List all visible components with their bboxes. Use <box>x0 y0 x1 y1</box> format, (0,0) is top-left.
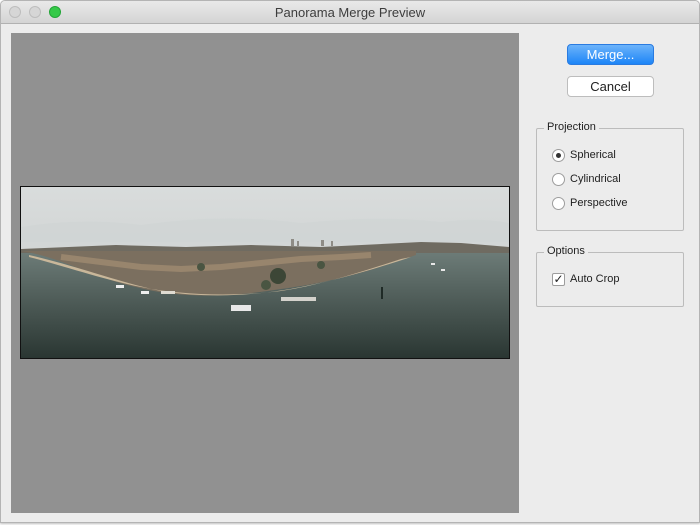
panorama-preview-image <box>20 186 510 359</box>
projection-legend: Projection <box>544 121 599 133</box>
auto-crop-label: Auto Crop <box>570 273 620 285</box>
preview-area <box>11 33 519 513</box>
radio-label: Perspective <box>570 197 628 209</box>
auto-crop-checkbox[interactable]: ✓ <box>552 273 565 286</box>
cancel-button[interactable]: Cancel <box>567 76 654 97</box>
title-bar[interactable]: Panorama Merge Preview <box>1 1 699 24</box>
radio-button[interactable] <box>552 149 565 162</box>
projection-group: Projection Spherical Cylindrical Perspec… <box>536 121 684 231</box>
radio-button[interactable] <box>552 173 565 186</box>
window-title: Panorama Merge Preview <box>274 5 426 20</box>
merge-button[interactable]: Merge... <box>567 44 654 65</box>
radio-label: Spherical <box>570 149 616 161</box>
dialog-window: Panorama Merge Preview Merge... Cancel P… <box>0 0 700 523</box>
radio-label: Cylindrical <box>570 173 621 185</box>
options-legend: Options <box>544 245 588 257</box>
options-group: Options ✓ Auto Crop <box>536 245 684 307</box>
radio-button[interactable] <box>552 197 565 210</box>
